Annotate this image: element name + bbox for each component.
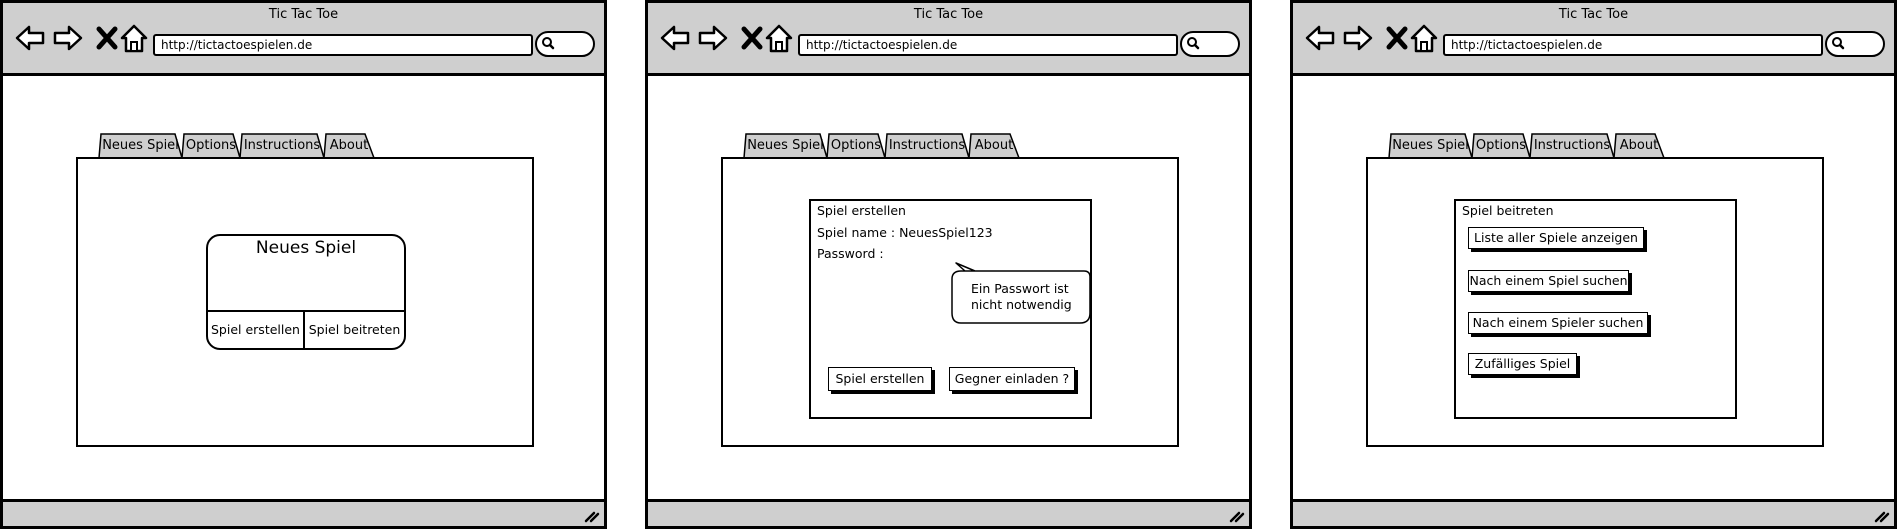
home-icon[interactable] xyxy=(119,23,149,53)
search-icon xyxy=(1187,37,1200,50)
window-title: Tic Tac Toe xyxy=(268,7,339,22)
back-arrow-icon[interactable] xyxy=(15,23,45,53)
resize-grip-icon[interactable] xyxy=(1872,506,1890,524)
browser-window-2: Tic Tac Toe http://tictactoespielen.de N… xyxy=(645,0,1252,529)
forward-arrow-icon[interactable] xyxy=(53,23,83,53)
window-title: Tic Tac Toe xyxy=(1558,7,1629,22)
back-arrow-icon[interactable] xyxy=(660,23,690,53)
tab-content-panel: Spiel beitreten Liste aller Spiele anzei… xyxy=(1366,157,1824,447)
tooltip-line-1: Ein Passwort ist xyxy=(971,281,1069,296)
tab-options[interactable]: Options xyxy=(181,133,241,158)
tab-neues-spiel[interactable]: Neues Spiel xyxy=(1388,133,1473,158)
card-title: Neues Spiel xyxy=(255,238,357,258)
home-icon[interactable] xyxy=(1409,23,1439,53)
tooltip-line-2: nicht notwendig xyxy=(971,297,1072,312)
forward-arrow-icon[interactable] xyxy=(698,23,728,53)
resize-grip-icon[interactable] xyxy=(582,506,600,524)
search-field[interactable] xyxy=(1825,31,1885,57)
browser-toolbar: Tic Tac Toe http://tictactoespielen.de xyxy=(3,3,604,76)
resize-grip-icon[interactable] xyxy=(1227,506,1245,524)
tab-instructions[interactable]: Instructions xyxy=(884,133,970,158)
address-bar[interactable]: http://tictactoespielen.de xyxy=(798,34,1178,56)
create-game-dialog: Spiel erstellen Spiel name : NeuesSpiel1… xyxy=(809,199,1092,419)
search-field[interactable] xyxy=(1180,31,1240,57)
create-game-button[interactable]: Spiel erstellen xyxy=(208,312,305,348)
search-field[interactable] xyxy=(535,31,595,57)
tab-about[interactable]: About xyxy=(1613,133,1665,158)
home-icon[interactable] xyxy=(764,23,794,53)
forward-arrow-icon[interactable] xyxy=(1343,23,1373,53)
tab-about[interactable]: About xyxy=(323,133,375,158)
dialog-title: Spiel erstellen xyxy=(817,203,906,218)
new-game-card: Neues Spiel Spiel erstellen Spiel beitre… xyxy=(206,234,406,350)
tab-about[interactable]: About xyxy=(968,133,1020,158)
status-bar xyxy=(648,499,1249,526)
search-game-button[interactable]: Nach einem Spiel suchen xyxy=(1468,270,1629,292)
search-icon xyxy=(542,37,555,50)
invite-opponent-button[interactable]: Gegner einladen ? xyxy=(949,367,1075,391)
address-bar[interactable]: http://tictactoespielen.de xyxy=(153,34,533,56)
browser-window-1: Tic Tac Toe http://tictactoespielen.de N… xyxy=(0,0,607,529)
join-game-dialog: Spiel beitreten Liste aller Spiele anzei… xyxy=(1454,199,1737,419)
status-bar xyxy=(3,499,604,526)
browser-toolbar: Tic Tac Toe http://tictactoespielen.de xyxy=(648,3,1249,76)
tab-options[interactable]: Options xyxy=(1471,133,1531,158)
tab-options[interactable]: Options xyxy=(826,133,886,158)
search-player-button[interactable]: Nach einem Spieler suchen xyxy=(1468,312,1648,334)
search-icon xyxy=(1832,37,1845,50)
join-game-button[interactable]: Spiel beitreten xyxy=(305,312,404,348)
tab-content-panel: Spiel erstellen Spiel name : NeuesSpiel1… xyxy=(721,157,1179,447)
tab-content-panel: Neues Spiel Spiel erstellen Spiel beitre… xyxy=(76,157,534,447)
tab-instructions[interactable]: Instructions xyxy=(1529,133,1615,158)
tab-instructions[interactable]: Instructions xyxy=(239,133,325,158)
browser-toolbar: Tic Tac Toe http://tictactoespielen.de xyxy=(1293,3,1894,76)
back-arrow-icon[interactable] xyxy=(1305,23,1335,53)
password-label: Password : xyxy=(817,246,884,261)
status-bar xyxy=(1293,499,1894,526)
tab-neues-spiel[interactable]: Neues Spiel xyxy=(743,133,828,158)
create-game-button[interactable]: Spiel erstellen xyxy=(828,367,932,391)
window-title: Tic Tac Toe xyxy=(913,7,984,22)
browser-window-3: Tic Tac Toe http://tictactoespielen.de N… xyxy=(1290,0,1897,529)
address-bar[interactable]: http://tictactoespielen.de xyxy=(1443,34,1823,56)
list-all-games-button[interactable]: Liste aller Spiele anzeigen xyxy=(1468,227,1644,249)
random-game-button[interactable]: Zufälliges Spiel xyxy=(1468,353,1577,375)
dialog-title: Spiel beitreten xyxy=(1462,203,1554,218)
game-name-label: Spiel name : NeuesSpiel123 xyxy=(817,225,993,240)
tab-neues-spiel[interactable]: Neues Spiel xyxy=(98,133,183,158)
